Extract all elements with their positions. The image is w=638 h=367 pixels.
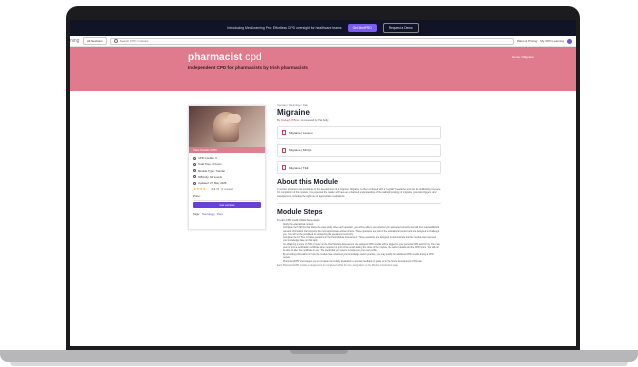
lesson-document-icon: [282, 130, 286, 135]
laptop-bezel: Introducing MedLearning Pro: Effortless …: [66, 6, 580, 350]
announcement-text: Introducing MedLearning Pro: Effortless …: [227, 26, 342, 30]
logo-main: pharmacist: [188, 52, 243, 63]
laptop-shadow: [10, 362, 628, 366]
footer-text: Each PharmacistCPD module is designed to…: [277, 264, 399, 267]
meta-text: Total Time: 3 hours: [198, 162, 222, 167]
quiz-document-icon: [282, 165, 286, 170]
breadcrumb[interactable]: Courses / Neurology / Pain: [277, 104, 441, 107]
site-logo[interactable]: pharmacist cpd: [188, 52, 262, 63]
lesson-label: Migraine | Lesson: [289, 130, 313, 135]
get-access-button[interactable]: Get access: [193, 202, 261, 209]
list-item: By providing information on how the modu…: [283, 254, 441, 260]
tags-row: Tags: Neurology Pain: [193, 212, 261, 216]
meta-text: Module Type: Tutorial: [198, 168, 225, 173]
search-input[interactable]: [119, 39, 510, 43]
byline-prefix: By: [277, 118, 281, 122]
meta-text: CPD Credits: 3: [198, 156, 217, 160]
price-label: Price:: [193, 193, 201, 198]
avatar[interactable]: [567, 38, 572, 44]
module-image: View Details CPD: [189, 106, 265, 153]
divider: [277, 203, 441, 204]
award-icon: [193, 156, 196, 160]
request-demo-button[interactable]: Request a Demo: [382, 23, 419, 33]
calendar-icon: [193, 181, 196, 185]
page-title: Migraine: [277, 108, 310, 117]
level-icon: [193, 175, 196, 179]
card-body: CPD Credits: 3 Total Time: 3 hours Modul…: [189, 153, 265, 219]
quiz-document-icon: [282, 147, 286, 153]
list-item: On obtaining a score of 70% or more on t…: [283, 244, 441, 253]
meta-text: Difficulty: All Levels: [198, 174, 222, 179]
meta-total-time: Total Time: 3 hours: [193, 162, 261, 166]
logo-suffix: cpd: [245, 52, 262, 63]
tags-label: Tags:: [193, 212, 200, 217]
section-filter-dropdown[interactable]: All Sections: [83, 37, 107, 45]
star-rating-icon: ★★★★☆: [193, 187, 210, 192]
plans-pricing-link[interactable]: Plans & Pricing: [517, 39, 537, 43]
about-heading: About this Module: [277, 179, 339, 186]
hero-banner: pharmacist cpd Independent CPD for pharm…: [70, 47, 576, 91]
search-icon: [113, 39, 118, 43]
laptop-notch: [290, 350, 348, 354]
author-link[interactable]: Clodagh O'Brien: [281, 119, 300, 122]
laptop-mockup: Introducing MedLearning Pro: Effortless …: [0, 0, 638, 367]
rating-value: 4.4 / 5: [211, 187, 219, 192]
module-card: View Details CPD CPD Credits: 3 Total Ti…: [188, 105, 266, 230]
hero-breadcrumb[interactable]: Home / Migraine: [512, 55, 534, 59]
rating-count[interactable]: (1 review): [221, 187, 233, 191]
clock-icon: [193, 162, 196, 166]
announcement-bar: Introducing MedLearning Pro: Effortless …: [70, 20, 576, 36]
get-medpro-button[interactable]: Get MedPRO: [347, 24, 377, 32]
about-text: A number of factors can contribute to th…: [277, 188, 441, 198]
tag-pain[interactable]: Pain: [217, 212, 223, 216]
browser-screen: Introducing MedLearning Pro: Effortless …: [70, 20, 576, 346]
list-item: PharmacistCPD encourages you to complete…: [283, 261, 441, 264]
search-box[interactable]: [109, 37, 514, 45]
my-cpd-learning-link[interactable]: My CPD Learning: [540, 39, 564, 43]
steps-heading: Module Steps: [277, 208, 323, 216]
list-item: Complete the 5 MCQs that follow the case…: [283, 227, 441, 236]
meta-text: Updated: 27 Mar, 2025: [198, 181, 227, 186]
lesson-label: Migraine | T&F: [289, 165, 309, 170]
list-item: Complete the 10 True or False questions …: [283, 237, 441, 243]
steps-intro: To earn CPD credit, follow these steps:: [277, 218, 321, 222]
photo-hand: [227, 114, 241, 123]
tag-neurology[interactable]: Neurology: [202, 212, 215, 216]
steps-list: Study the educational content. Complete …: [277, 224, 441, 264]
lesson-item-lesson[interactable]: Migraine | Lesson: [277, 126, 441, 139]
brand-fragment[interactable]: ning: [70, 38, 80, 44]
image-badge: View Details CPD: [189, 147, 265, 153]
reviewer-text: , & reviewed by Pat Kelly: [299, 118, 329, 122]
meta-cpd-credits: CPD Credits: 3: [193, 156, 261, 160]
rating-row: ★★★★☆ 4.4 / 5 (1 review): [193, 187, 261, 191]
lesson-item-mcqs[interactable]: Migraine | MCQs: [277, 143, 441, 157]
meta-updated: Updated: 27 Mar, 2025: [193, 181, 261, 185]
lesson-label: Migraine | MCQs: [289, 148, 312, 152]
meta-difficulty: Difficulty: All Levels: [193, 175, 261, 179]
top-nav: ning All Sections Plans & Pricing My CPD…: [70, 36, 576, 47]
byline: By Clodagh O'Brien, & reviewed by Pat Ke…: [277, 119, 441, 122]
lesson-item-true-false[interactable]: Migraine | T&F: [277, 161, 441, 174]
document-icon: [193, 169, 196, 173]
divider: [193, 199, 261, 201]
module-content: Courses / Neurology / Pain Migraine By C…: [277, 104, 441, 268]
meta-module-type: Module Type: Tutorial: [193, 169, 261, 173]
site-tagline: Independent CPD for pharmacists by Irish…: [188, 65, 308, 70]
